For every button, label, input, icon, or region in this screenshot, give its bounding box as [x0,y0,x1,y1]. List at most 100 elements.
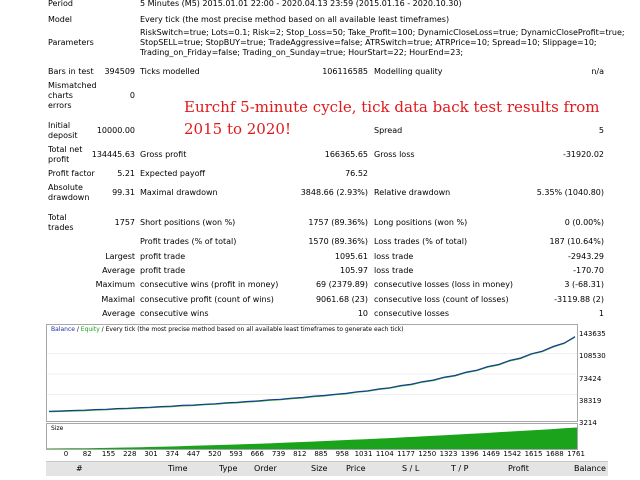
balance-plot [47,336,577,413]
x-tick-label: 374 [165,450,179,458]
losstrades-value: 187 (10.64%) [549,237,604,246]
x-tick-label: 82 [82,450,92,458]
x-tick-label: 155 [101,450,116,458]
maxdrawdown-value: 3848.66 (2.93%) [300,188,368,197]
avgconswins-label: consecutive wins [140,309,209,318]
totaltrades-label-1: Total [48,213,67,222]
netprofit-label-2: profit [48,155,70,164]
column-header-profit[interactable]: Profit [508,464,529,474]
maxconslosses-label: consecutive losses (loss in money) [374,280,514,289]
x-tick-label: 1031 [354,450,373,458]
x-tick-label: 228 [123,450,137,458]
x-axis: 0 82 155 228 301 374 447 520 593 666 739 812 885 958 1… [46,449,606,461]
largest-prefix: Largest [105,252,135,261]
netprofit-label-1: Total net [48,145,83,154]
balance-chart: Balance / Equity / Every tick (the most … [46,324,578,422]
x-tick-label: 1469 [482,450,500,458]
y-label-4: 38319 [579,397,602,405]
bars-label: Bars in test [48,67,94,76]
losstrades-label: Loss trades (% of total) [374,237,468,246]
bars-value: 394509 [104,67,135,76]
absdrawdown-value: 99.31 [112,188,135,197]
y-label-1: 143635 [579,330,606,338]
model-value: Every tick (the most precise method base… [140,15,450,24]
maximalloss-label: consecutive loss (count of losses) [374,295,509,304]
avgconslosses-label: consecutive losses [374,309,450,318]
grossloss-value: -31920.02 [562,150,604,159]
chart-gridlines [47,353,577,395]
mismatched-value: 0 [129,91,135,100]
maximalprofit-value: 9061.68 (23) [315,295,368,304]
column-header-price[interactable]: Price [346,464,366,474]
size-chart: Size [46,423,578,450]
average-profit-value: 105.97 [340,266,368,275]
avgconslosses-value: 1 [598,309,604,318]
spread-value: 5 [598,126,604,135]
quality-label: Modelling quality [374,67,443,76]
longpos-label: Long positions (won %) [374,218,468,227]
totaltrades-label-2: trades [48,223,74,232]
size-area [47,427,577,449]
quality-value: n/a [591,67,604,76]
x-tick-label: 520 [208,450,222,458]
trades-table-header: # Time Type Order Size Price S / L T / P Profit B… [46,461,608,476]
y-label-3: 73424 [579,375,602,383]
maxconswins-value: 69 (2379.89) [315,280,368,289]
column-header-time[interactable]: Time [168,464,188,474]
x-tick-label: 447 [186,450,201,458]
expectedpayoff-value: 76.52 [345,169,368,178]
spread-label: Spread [374,126,403,135]
x-tick-label: 1104 [375,450,394,458]
parameters-line-1: RiskSwitch=true; Lots=0.1; Risk=2; Stop_… [140,28,625,37]
period-value: 5 Minutes (M5) 2015.01.01 22:00 - 2020.0… [140,0,462,8]
x-tick-label: 1761 [567,450,585,458]
grossloss-label: Gross loss [374,150,415,159]
mismatched-label-3: errors [48,101,72,110]
expectedpayoff-label: Expected payoff [140,169,205,178]
column-header-balance[interactable]: Balance [574,464,606,474]
largest-profit-value: 1095.61 [334,252,368,261]
avgconswins-value: 10 [357,309,368,318]
reldrawdown-value: 5.35% (1040.80) [536,188,604,197]
maximal-prefix: Maximal [101,295,135,304]
x-tick-label: 1323 [439,450,458,458]
column-header-tp[interactable]: T / P [451,464,469,474]
column-header-order[interactable]: Order [254,464,277,474]
absdrawdown-label-1: Absolute [48,183,83,192]
trades-table-first-row [46,476,608,480]
mismatched-label-2: charts [48,91,73,100]
column-header-sl[interactable]: S / L [402,464,419,474]
reldrawdown-label: Relative drawdown [374,188,451,197]
initial-value: 10000.00 [96,126,135,135]
largest-loss-value: -2943.29 [568,252,604,261]
mismatched-label-1: Mismatched [48,81,97,90]
model-label: Model [48,15,73,24]
average-loss-value: -170.70 [573,266,604,275]
profitfactor-label: Profit factor [48,169,95,178]
period-label: Period [48,0,73,8]
largest-profit-label: profit trade [140,252,186,261]
avgcons-prefix: Average [102,309,135,318]
shortpos-label: Short positions (won %) [140,218,236,227]
largest-loss-label: loss trade [374,252,414,261]
average-prefix: Average [102,266,135,275]
column-header-type[interactable]: Type [219,464,237,474]
average-loss-label: loss trade [374,266,414,275]
average-profit-label: profit trade [140,266,186,275]
x-tick-label: 812 [293,450,307,458]
longpos-value: 0 (0.00%) [564,218,604,227]
grossprofit-label: Gross profit [140,150,187,159]
totaltrades-value: 1757 [114,218,135,227]
y-label-2: 108530 [579,352,606,360]
ticks-label: Ticks modelled [140,67,200,76]
profittrades-value: 1570 (89.36%) [308,237,368,246]
maximum-prefix: Maximum [95,280,135,289]
x-tick-label: 1250 [418,450,437,458]
column-header-size[interactable]: Size [311,464,327,474]
ticks-value: 106116585 [322,67,368,76]
x-tick-label: 1542 [503,450,522,458]
x-tick-label: 593 [229,450,243,458]
initial-label-2: deposit [48,131,78,140]
column-header-number[interactable]: # [76,464,83,474]
maxdrawdown-label: Maximal drawdown [140,188,218,197]
